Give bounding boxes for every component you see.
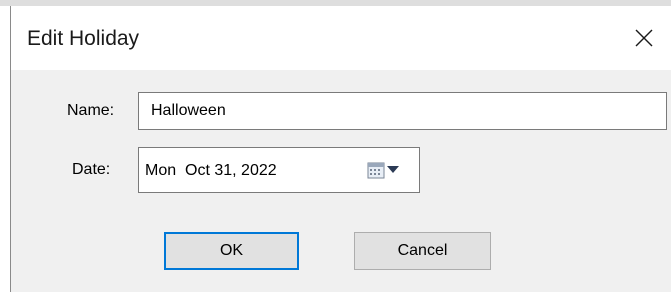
chevron-down-icon[interactable] [387, 166, 399, 174]
screen: Edit Holiday Name: Halloween Date: Mon O… [0, 0, 671, 292]
name-input[interactable]: Halloween [138, 92, 667, 130]
edit-holiday-dialog: Edit Holiday Name: Halloween Date: Mon O… [10, 6, 671, 292]
dialog-title: Edit Holiday [27, 27, 140, 50]
date-picker[interactable]: Mon Oct 31, 2022 [138, 147, 420, 193]
name-label: Name: [67, 102, 115, 119]
ok-button[interactable]: OK [164, 232, 299, 270]
date-picker-value[interactable]: Mon Oct 31, 2022 [145, 163, 277, 179]
name-input-value: Halloween [151, 102, 226, 119]
date-label: Date: [72, 161, 111, 178]
dialog-title-bar[interactable]: Edit Holiday [11, 6, 671, 70]
close-button[interactable] [626, 20, 662, 56]
close-icon [635, 29, 653, 47]
cancel-button[interactable]: Cancel [354, 232, 491, 270]
calendar-icon[interactable] [367, 161, 385, 179]
